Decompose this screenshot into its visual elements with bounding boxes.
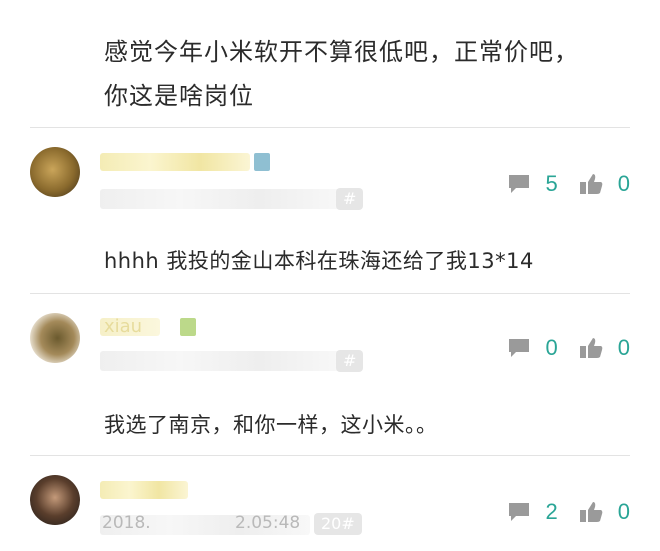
username-fragment: xiau bbox=[104, 316, 143, 337]
timestamp-time: 2.05:48 bbox=[235, 513, 301, 533]
like-count[interactable]: 0 bbox=[618, 335, 630, 361]
avatar[interactable] bbox=[30, 313, 80, 363]
user-badge bbox=[180, 318, 196, 336]
floor-badge: # bbox=[336, 188, 364, 210]
comment-count[interactable]: 0 bbox=[546, 335, 558, 361]
speech-bubble-icon[interactable] bbox=[506, 171, 532, 197]
timestamp-blurred bbox=[100, 351, 340, 371]
thumbs-up-icon[interactable] bbox=[578, 499, 604, 525]
username-blurred[interactable] bbox=[100, 481, 188, 499]
floor-badge: 20# bbox=[314, 513, 362, 535]
user-badge bbox=[254, 153, 270, 171]
avatar[interactable] bbox=[30, 475, 80, 525]
comment-count[interactable]: 2 bbox=[546, 499, 558, 525]
like-count[interactable]: 0 bbox=[618, 499, 630, 525]
comment-text-line-2: 你这是啥岗位 bbox=[104, 82, 254, 110]
speech-bubble-icon[interactable] bbox=[506, 335, 532, 361]
comment-text: 我选了南京，和你一样，这小米。。 bbox=[104, 413, 438, 437]
avatar[interactable] bbox=[30, 147, 80, 197]
username-blurred[interactable]: xiau bbox=[100, 316, 160, 337]
comment-text: 感觉今年小米软开不算很低吧，正常价吧， 你这是啥岗位 bbox=[104, 30, 579, 118]
comment-text-line-1: 感觉今年小米软开不算很低吧，正常价吧， bbox=[104, 38, 579, 66]
thumbs-up-icon[interactable] bbox=[578, 335, 604, 361]
comment-actions: 5 0 bbox=[506, 169, 630, 199]
like-count[interactable]: 0 bbox=[618, 171, 630, 197]
timestamp-date: 2018. bbox=[102, 513, 151, 533]
speech-bubble-icon[interactable] bbox=[506, 499, 532, 525]
comment-count[interactable]: 5 bbox=[546, 171, 558, 197]
comment-item: xiau # 0 0 我选了南京，和你一样，这小米。。 bbox=[0, 293, 660, 455]
comment-actions: 2 0 bbox=[506, 497, 630, 527]
thumbs-up-icon[interactable] bbox=[578, 171, 604, 197]
comment-actions: 0 0 bbox=[506, 333, 630, 363]
comment-item: 2018. 2.05:48 20# 2 0 bbox=[0, 455, 660, 551]
comment-text: hhhh 我投的金山本科在珠海还给了我13*14 bbox=[104, 249, 534, 273]
floor-badge: # bbox=[336, 350, 364, 372]
timestamp-blurred bbox=[100, 189, 340, 209]
comment-item: # 5 0 hhhh 我投的金山本科在珠海还给了我13*14 bbox=[0, 127, 660, 293]
username-blurred[interactable] bbox=[100, 153, 250, 171]
